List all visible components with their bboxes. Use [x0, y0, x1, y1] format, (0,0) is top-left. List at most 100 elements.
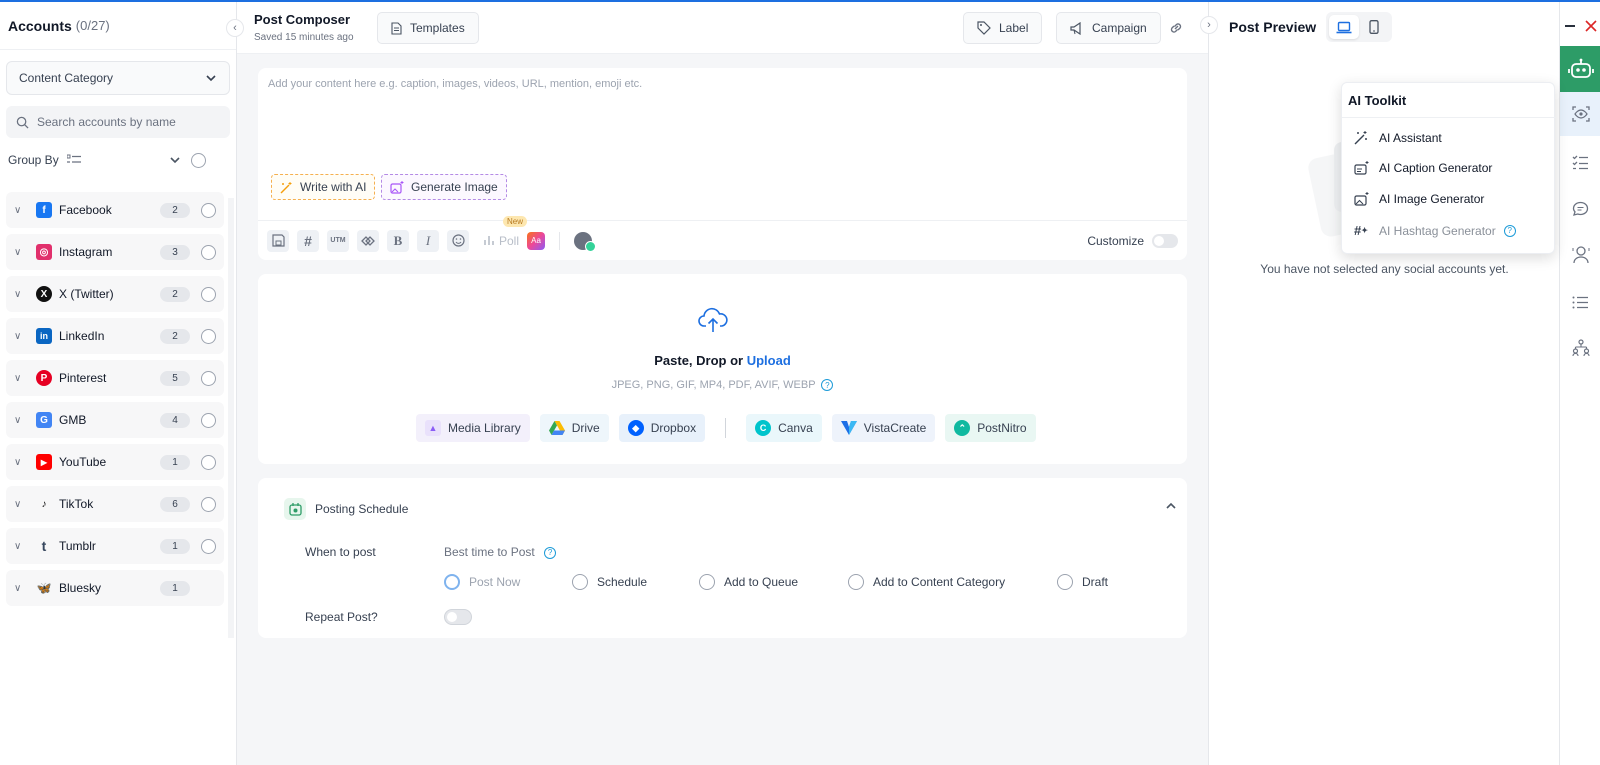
- select-all-checkbox[interactable]: [191, 152, 206, 168]
- radio-post-now[interactable]: Post Now: [444, 574, 572, 590]
- poll-button[interactable]: Poll New: [483, 215, 528, 248]
- mobile-preview-button[interactable]: [1359, 15, 1389, 39]
- drive-button[interactable]: Drive: [539, 414, 609, 442]
- chevron-down-icon[interactable]: ∨: [14, 415, 30, 426]
- menu-item-label: AI Hashtag Generator: [1379, 223, 1496, 238]
- account-group-tiktok[interactable]: ∨ ♪ TikTok 6: [6, 486, 224, 522]
- account-checkbox[interactable]: [201, 202, 216, 218]
- account-group-bluesky[interactable]: ∨ 🦋 Bluesky 1: [6, 570, 224, 606]
- account-group-pinterest[interactable]: ∨ P Pinterest 5: [6, 360, 224, 396]
- account-checkbox[interactable]: [201, 328, 216, 344]
- help-icon[interactable]: ?: [821, 379, 834, 392]
- tumblr-icon: t: [41, 538, 47, 554]
- generate-image-label: Generate Image: [411, 180, 498, 194]
- radio-add-to-queue[interactable]: Add to Queue: [699, 574, 848, 590]
- account-group-youtube[interactable]: ∨ ▶ YouTube 1: [6, 444, 224, 480]
- bold-icon[interactable]: B: [387, 229, 409, 252]
- best-time-to-post[interactable]: Best time to Post ?: [444, 545, 557, 559]
- customize-toggle[interactable]: [1152, 233, 1178, 248]
- minimize-icon[interactable]: [1564, 20, 1576, 32]
- media-library-button[interactable]: ▲ Media Library: [416, 414, 530, 442]
- list-button[interactable]: [1560, 287, 1600, 317]
- chevron-down-icon[interactable]: ∨: [14, 499, 30, 510]
- menu-item-ai-image-generator[interactable]: AI Image Generator: [1354, 192, 1484, 206]
- chevron-down-icon[interactable]: ∨: [14, 541, 30, 552]
- hashtag-icon[interactable]: #: [297, 229, 319, 252]
- account-avatar-icon[interactable]: [574, 231, 597, 252]
- postnitro-button[interactable]: ⌃ PostNitro: [945, 414, 1036, 442]
- chevron-down-icon[interactable]: ∨: [14, 247, 30, 258]
- repeat-post-toggle[interactable]: [444, 609, 472, 625]
- text-style-icon[interactable]: Aa: [527, 231, 546, 250]
- account-group-instagram[interactable]: ∨ ◎ Instagram 3: [6, 234, 224, 270]
- account-group-gmb[interactable]: ∨ G GMB 4: [6, 402, 224, 438]
- emoji-icon[interactable]: [447, 229, 469, 252]
- account-group-tumblr[interactable]: ∨ t Tumblr 1: [6, 528, 224, 564]
- ai-vision-button[interactable]: [1560, 92, 1600, 136]
- chevron-down-icon[interactable]: ∨: [14, 373, 30, 384]
- vistacreate-button[interactable]: VistaCreate: [831, 414, 936, 442]
- canva-button[interactable]: C Canva: [746, 414, 822, 442]
- close-icon[interactable]: [1585, 20, 1597, 32]
- chevron-down-icon[interactable]: ∨: [14, 583, 30, 594]
- help-icon[interactable]: ?: [544, 546, 557, 559]
- utm-icon[interactable]: UTM: [327, 229, 349, 252]
- posting-schedule-header[interactable]: Posting Schedule: [284, 498, 408, 520]
- radio-draft[interactable]: Draft: [1057, 574, 1108, 590]
- account-checkbox[interactable]: [201, 496, 216, 512]
- accounts-scrollbar[interactable]: [228, 198, 234, 638]
- dropbox-button[interactable]: ◆ Dropbox: [618, 414, 706, 442]
- account-checkbox[interactable]: [201, 370, 216, 386]
- label-button[interactable]: Label: [963, 12, 1043, 44]
- account-group-linkedin[interactable]: ∨ in LinkedIn 2: [6, 318, 224, 354]
- ai-bot-button[interactable]: [1560, 46, 1600, 92]
- post-composer: Post Composer Saved 15 minutes ago Templ…: [237, 2, 1208, 765]
- accounts-header: Accounts (0/27): [0, 2, 236, 50]
- content-textarea[interactable]: [268, 78, 1168, 168]
- help-icon[interactable]: ?: [1503, 224, 1516, 237]
- upload-link[interactable]: Upload: [747, 353, 791, 368]
- chevron-down-icon[interactable]: ∨: [14, 205, 30, 216]
- team-button[interactable]: [1560, 333, 1600, 363]
- radio-schedule[interactable]: Schedule: [572, 574, 699, 590]
- chevron-up-icon[interactable]: [1165, 500, 1177, 512]
- account-checkbox[interactable]: [201, 244, 216, 260]
- account-group-x-twitter[interactable]: ∨ X X (Twitter) 2: [6, 276, 224, 312]
- chevron-down-icon[interactable]: ∨: [14, 457, 30, 468]
- hashtag-sparkle-icon: # ✦: [1354, 223, 1368, 238]
- account-checkbox[interactable]: [201, 286, 216, 302]
- campaign-button[interactable]: Campaign: [1056, 12, 1161, 44]
- list-group-icon[interactable]: [66, 154, 81, 166]
- account-checkbox[interactable]: [201, 412, 216, 428]
- collapse-sidebar-button[interactable]: ‹: [226, 19, 244, 37]
- radio-add-to-content-category[interactable]: Add to Content Category: [848, 574, 1057, 590]
- search-input[interactable]: [37, 115, 207, 129]
- account-checkbox[interactable]: [201, 454, 216, 470]
- menu-item-ai-assistant[interactable]: AI Assistant: [1354, 130, 1442, 145]
- content-category-select[interactable]: Content Category: [6, 61, 230, 95]
- media-sources: ▲ Media Library Drive ◆ Dropbox C Canva …: [416, 414, 1046, 442]
- chain-link-icon[interactable]: [357, 229, 379, 252]
- link-icon[interactable]: [1168, 20, 1184, 36]
- menu-item-ai-caption-generator[interactable]: AI Caption Generator: [1354, 161, 1492, 175]
- write-with-ai-button[interactable]: Write with AI: [271, 174, 376, 200]
- menu-item-ai-hashtag-generator[interactable]: # ✦ AI Hashtag Generator ?: [1354, 223, 1516, 238]
- account-count-badge: 2: [160, 328, 190, 344]
- templates-button[interactable]: Templates: [377, 12, 479, 44]
- checklist-button[interactable]: [1560, 147, 1600, 177]
- desktop-preview-button[interactable]: [1329, 15, 1359, 39]
- chevron-down-icon[interactable]: ∨: [14, 331, 30, 342]
- calendar-icon: [284, 498, 306, 520]
- cloud-upload-icon[interactable]: [698, 306, 728, 334]
- chevron-down-icon[interactable]: ∨: [14, 289, 30, 300]
- save-icon[interactable]: [267, 229, 289, 252]
- generate-image-button[interactable]: Generate Image: [381, 174, 507, 200]
- approval-button[interactable]: [1560, 240, 1600, 270]
- account-group-facebook[interactable]: ∨ f Facebook 2: [6, 192, 224, 228]
- italic-icon[interactable]: I: [417, 229, 439, 252]
- chevron-down-icon[interactable]: [169, 154, 181, 166]
- account-checkbox[interactable]: [201, 538, 216, 554]
- comments-button[interactable]: [1560, 194, 1600, 224]
- best-time-label: Best time to Post: [444, 545, 535, 559]
- collapse-preview-button[interactable]: ›: [1200, 16, 1218, 34]
